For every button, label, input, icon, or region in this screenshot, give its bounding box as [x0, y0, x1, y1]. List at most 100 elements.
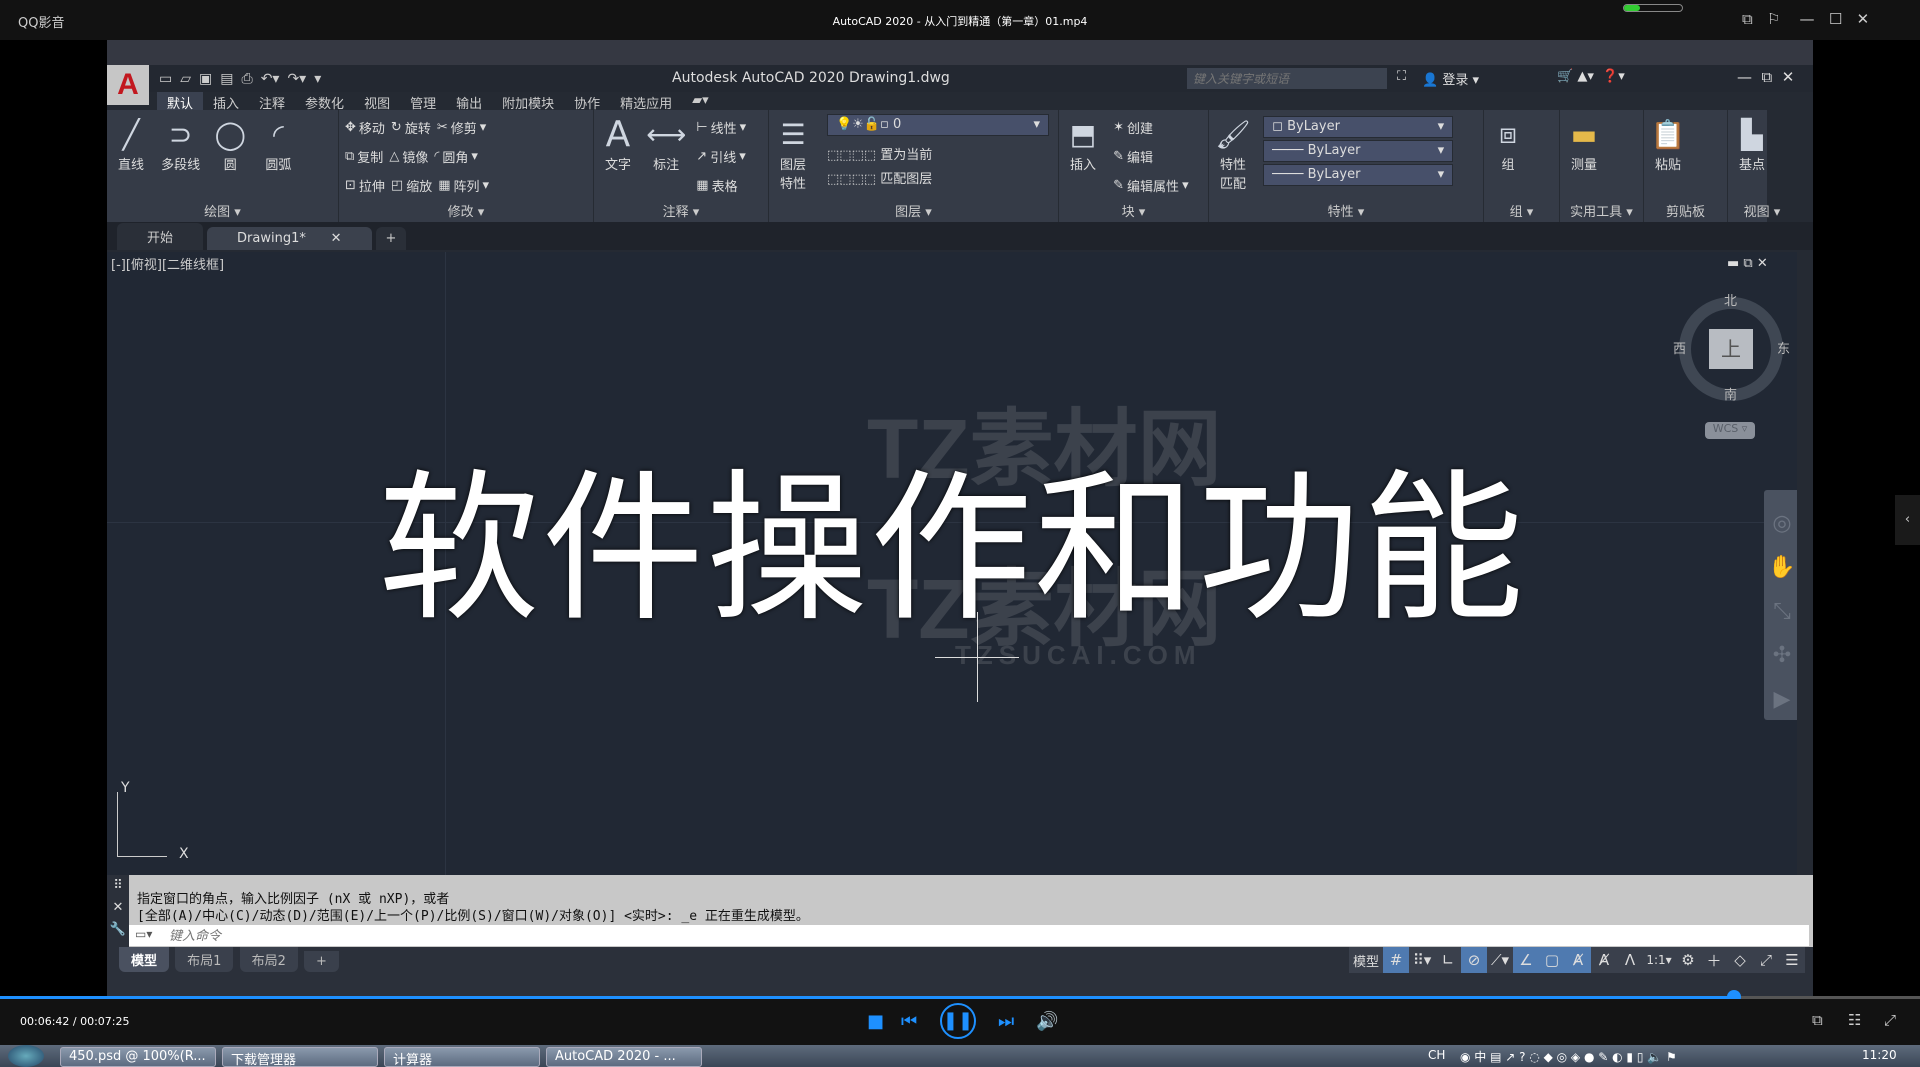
object-snap-tracking-icon[interactable]: ∠ [1513, 947, 1539, 973]
viewport-controls[interactable]: [-][俯视][二维线框] [111, 254, 224, 273]
command-window-tools[interactable]: ⠿ ✕ 🔧 [107, 875, 129, 947]
lineweight-dropdown[interactable]: ──── ByLayer ▾ [1263, 164, 1454, 186]
start-button[interactable] [8, 1045, 44, 1067]
command-input[interactable] [129, 925, 1809, 946]
screenshot-icon[interactable]: ⧉ [1812, 1011, 1823, 1029]
navigation-bar[interactable]: ◎ ✋ ⤡ ✣ ▶ [1764, 490, 1797, 720]
tab-view[interactable]: 视图 [354, 92, 400, 112]
dimension-tool[interactable]: ⟷ 标注 [646, 114, 686, 174]
tab-default[interactable]: 默认 [157, 92, 204, 112]
edit-attributes-tool[interactable]: ✎ 编辑属性 ▾ [1113, 176, 1188, 195]
tab-addins[interactable]: 附加模块 [492, 92, 564, 112]
panel-label[interactable]: 实用工具 ▾ [1560, 201, 1643, 220]
isodraft-icon[interactable]: ⟋▾ [1487, 947, 1513, 973]
tab-layout1[interactable]: 布局1 [175, 947, 234, 972]
array-tool[interactable]: ▦ 阵列 ▾ [438, 176, 489, 195]
panel-label[interactable]: 特性 ▾ [1209, 201, 1483, 220]
wcs-dropdown[interactable]: WCS ▿ [1705, 422, 1755, 439]
video-tab-icon[interactable]: ▰▾ [682, 92, 719, 112]
settings-sliders-icon[interactable]: ☷ [1848, 1011, 1861, 1029]
copy-tool[interactable]: ⧉ 复制 [345, 147, 383, 166]
grid-icon[interactable]: # [1383, 947, 1409, 973]
panel-label[interactable]: 图层 ▾ [769, 201, 1058, 220]
drawing-viewport[interactable]: [-][俯视][二维线框] ▬ ⧉ ✕ TZ素材网 TZ素材网 TZSUCAI.… [107, 252, 1797, 875]
autocad-logo-button[interactable]: A [107, 65, 149, 105]
snap-icon[interactable]: ⠿▾ [1409, 947, 1435, 973]
taskbar-item-autocad[interactable]: AutoCAD 2020 - ... [546, 1047, 702, 1067]
autocad-window-controls[interactable]: — ⧉ ✕ [1737, 68, 1794, 86]
isolate-icon[interactable]: ◇ [1727, 947, 1753, 973]
menu-icon[interactable]: ☰ [1779, 947, 1805, 973]
tab-drawing1[interactable]: Drawing1* ✕ [207, 227, 372, 250]
stop-icon[interactable]: ■ [867, 1011, 884, 1032]
polyline-tool[interactable]: ⊃ 多段线 [161, 114, 200, 174]
circle-tool[interactable]: ◯ 圆 [212, 114, 248, 174]
add-layout-button[interactable]: + [304, 951, 339, 972]
panel-label[interactable]: 修改 ▾ [339, 201, 593, 220]
fullscreen-icon[interactable]: ⤢ [1753, 947, 1779, 973]
polar-icon[interactable]: ⊘ [1461, 947, 1487, 973]
language-indicator[interactable]: CH [1428, 1048, 1445, 1062]
panel-label[interactable]: 注释 ▾ [594, 201, 768, 220]
tray-icons[interactable]: ◉ 中 ▤ ↗ ? ◌ ◆ ◎ ◈ ● ✎ ◐ ▮ ▯ 🔈 ⚑ [1460, 1048, 1677, 1065]
tab-insert[interactable]: 插入 [203, 92, 249, 112]
tab-start[interactable]: 开始 [117, 223, 204, 250]
plus-icon[interactable]: ＋ [1701, 947, 1727, 973]
fillet-tool[interactable]: ◜ 圆角 ▾ [434, 147, 478, 166]
mirror-tool[interactable]: △ 镜像 [389, 147, 428, 166]
panel-label[interactable]: 视图 ▾ [1728, 201, 1796, 220]
trim-tool[interactable]: ✂ 修剪 ▾ [437, 118, 486, 137]
insert-tool[interactable]: ⬒ 插入 [1065, 114, 1101, 174]
undo-icon[interactable]: ↶▾ [261, 71, 280, 87]
layer-properties-tool[interactable]: ☰ 图层特性 [775, 114, 811, 193]
fullscreen-icon[interactable]: ⤢ [1884, 1011, 1896, 1029]
linetype-dropdown[interactable]: ──── ByLayer ▾ [1263, 140, 1454, 162]
edit-block-tool[interactable]: ✎ 编辑 [1113, 147, 1153, 166]
redo-icon[interactable]: ↷▾ [287, 71, 306, 87]
search-input[interactable] [1187, 68, 1387, 89]
tab-output[interactable]: 输出 [446, 92, 492, 112]
tab-layout2[interactable]: 布局2 [239, 947, 298, 972]
layer-dropdown[interactable]: 💡☀🔓▫ 0 ▾ [827, 114, 1049, 136]
tab-annotate[interactable]: 注释 [249, 92, 295, 112]
viewport-window-controls[interactable]: ▬ ⧉ ✕ [1727, 256, 1768, 271]
save-icon[interactable]: ▣ [199, 71, 212, 87]
viewcube-face-top[interactable]: 上 [1709, 329, 1753, 369]
cart-icon[interactable]: 🛒 ▲▾ ❓▾ [1557, 69, 1625, 84]
linear-tool[interactable]: ⊢ 线性 ▾ [696, 118, 746, 137]
group-tool[interactable]: ⧈ 组 [1490, 114, 1526, 173]
create-block-tool[interactable]: ✶ 创建 [1113, 118, 1153, 137]
quick-access-toolbar[interactable]: ▭ ▱ ▣ ▤ ⎙ ↶▾ ↷▾ ▾ [159, 71, 321, 87]
panel-label[interactable]: 绘图 ▾ [107, 201, 338, 220]
scale-tool[interactable]: ◰ 缩放 [391, 176, 432, 195]
match-layer-tool[interactable]: ⬚⬚⬚⬚ 匹配图层 [827, 168, 932, 187]
annotation-scale-icon[interactable]: Λ [1617, 947, 1643, 973]
base-point-tool[interactable]: ▙ 基点 [1734, 114, 1770, 174]
close-tab-icon[interactable]: ✕ [331, 231, 342, 246]
scale-dropdown[interactable]: 1:1 ▾ [1643, 947, 1675, 973]
saveas-icon[interactable]: ▤ [220, 71, 233, 87]
command-prompt-icon[interactable]: ▭▾ [135, 927, 152, 941]
annotation-visibility-icon[interactable]: Ⱥ [1565, 947, 1591, 973]
set-current-tool[interactable]: ⬚⬚⬚⬚ 置为当前 [827, 144, 932, 163]
previous-icon[interactable]: ⏮ [901, 1011, 917, 1032]
auto-scale-icon[interactable]: Ⱥ [1591, 947, 1617, 973]
match-properties-tool[interactable]: 🖌 特性匹配 [1215, 114, 1251, 193]
volume-icon[interactable]: 🔊 [1036, 1011, 1058, 1032]
viewcube-south[interactable]: 南 [1724, 384, 1737, 403]
model-space-button[interactable]: 模型 [1349, 947, 1383, 973]
arc-tool[interactable]: ◜ 圆弧 [260, 114, 296, 174]
paste-tool[interactable]: 📋 粘贴 [1650, 114, 1686, 174]
leader-tool[interactable]: ↗ 引线 ▾ [696, 147, 745, 166]
measure-tool[interactable]: ▬ 测量 [1566, 114, 1602, 174]
plot-icon[interactable]: ⎙ [241, 71, 252, 87]
viewcube-north[interactable]: 北 [1724, 290, 1737, 309]
move-tool[interactable]: ✥ 移动 [345, 118, 385, 137]
player-window-controls[interactable]: ⧉ ⚐ — ☐ ✕ [1742, 10, 1869, 28]
viewcube-east[interactable]: 东 [1777, 338, 1790, 357]
color-dropdown[interactable]: ◻ ByLayer ▾ [1263, 116, 1454, 138]
tab-collaborate[interactable]: 协作 [564, 92, 610, 112]
new-icon[interactable]: ▭ [159, 71, 172, 87]
tab-model[interactable]: 模型 [119, 947, 170, 972]
taskbar-item-photoshop[interactable]: 450.psd @ 100%(R... [60, 1047, 216, 1067]
